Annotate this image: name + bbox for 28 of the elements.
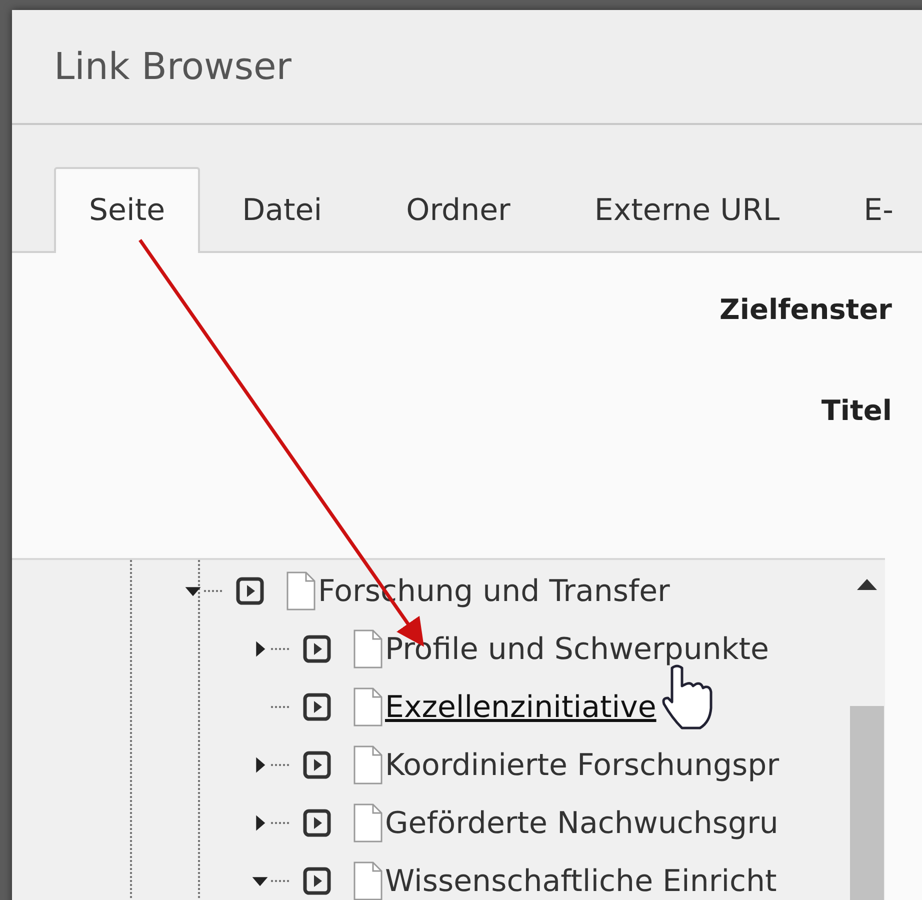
page-icon [353, 861, 383, 900]
page-icon [353, 803, 383, 843]
tab[interactable]: Datei [200, 166, 364, 253]
field-label: Titel [821, 394, 892, 427]
page-icon [286, 571, 316, 611]
page-icon [353, 687, 383, 727]
window-title: Link Browser [54, 44, 292, 88]
tree-item-link[interactable]: Koordinierte Forschungspr [385, 748, 780, 782]
page-icon [353, 745, 383, 785]
play-box-icon[interactable] [303, 867, 331, 895]
play-box-icon[interactable] [303, 751, 331, 779]
page-icon [353, 629, 383, 669]
scrollbar-thumb[interactable] [850, 706, 884, 900]
tab[interactable]: Ordner [364, 166, 552, 253]
tree-item-link[interactable]: Wissenschaftliche Einricht [385, 864, 777, 898]
play-box-icon[interactable] [303, 693, 331, 721]
play-box-icon[interactable] [303, 809, 331, 837]
hand-cursor-icon [662, 664, 712, 730]
tab[interactable]: E- [822, 166, 922, 253]
field-label: Zielfenster [720, 292, 892, 326]
play-box-icon[interactable] [303, 635, 331, 663]
tree-item-link[interactable]: Exzellenzinitiative [385, 690, 656, 724]
play-box-icon[interactable] [236, 577, 264, 605]
tab[interactable]: Seite [54, 166, 200, 253]
scroll-up-icon[interactable] [856, 578, 876, 590]
tree-item-link[interactable]: Profile und Schwerpunkte [385, 632, 769, 666]
tab[interactable]: Externe URL [552, 166, 822, 253]
tree-item-link[interactable]: Geförderte Nachwuchsgru [385, 806, 778, 840]
